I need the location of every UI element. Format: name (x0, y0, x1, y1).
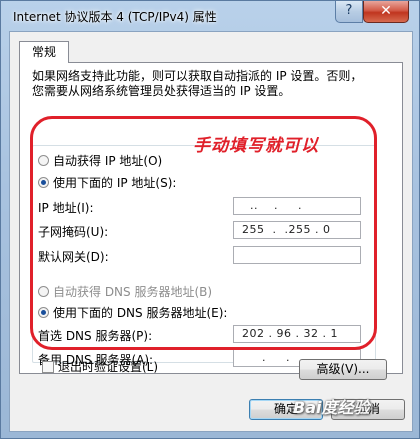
advanced-button[interactable]: 高级(V)... (299, 359, 387, 380)
help-button[interactable]: ? (335, 1, 363, 23)
dialog-window: Internet 协议版本 4 (TCP/IPv4) 属性 ? ✕ 常规 如果网… (0, 0, 420, 439)
intro-line-2: 您需要从网络系统管理员处获得适当的 IP 设置。 (32, 84, 291, 98)
close-button[interactable]: ✕ (363, 1, 409, 23)
annotation-text: 手动填写就可以 (193, 136, 319, 156)
validate-settings-label: 退出时验证设置(L) (58, 360, 159, 374)
validate-settings-checkbox[interactable] (42, 360, 54, 373)
close-icon: ✕ (380, 3, 392, 19)
title-bar[interactable]: Internet 协议版本 4 (TCP/IPv4) 属性 ? ✕ (1, 1, 420, 31)
watermark: Bai度经验 (293, 398, 370, 417)
validate-settings-checkbox-row[interactable]: 退出时验证设置(L) (42, 358, 158, 375)
intro-text: 如果网络支持此功能，则可以获取自动指派的 IP 设置。否则， 您需要从网络系统管… (32, 69, 392, 99)
window-title: Internet 协议版本 4 (TCP/IPv4) 属性 (13, 10, 217, 24)
tab-general[interactable]: 常规 (19, 41, 69, 63)
intro-line-1: 如果网络支持此功能，则可以获取自动指派的 IP 设置。否则， (32, 69, 363, 83)
